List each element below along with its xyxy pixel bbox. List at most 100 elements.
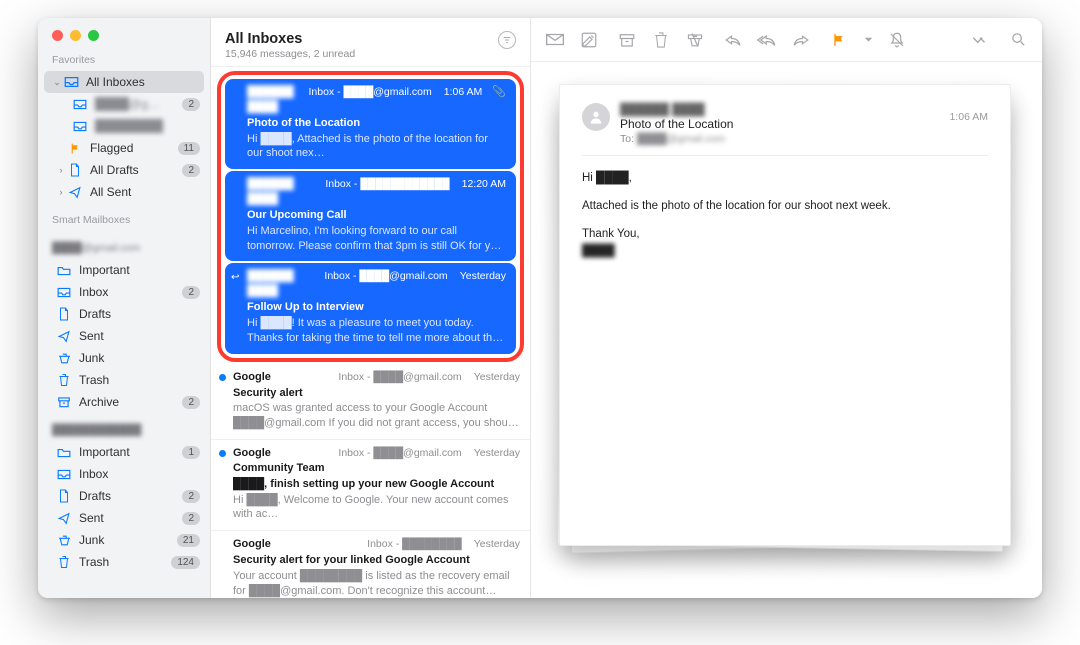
sidebar-item-flagged[interactable]: Flagged 11 xyxy=(38,137,210,159)
minimize-window-button[interactable] xyxy=(70,30,81,41)
sidebar-item-all-inboxes[interactable]: ⌄ All Inboxes xyxy=(44,71,204,93)
document-icon xyxy=(56,489,72,503)
inbox-icon xyxy=(56,285,72,299)
compose-button[interactable] xyxy=(579,31,599,49)
message-account: Inbox - ████@gmail.com xyxy=(338,370,461,384)
message-preview: macOS was granted access to your Google … xyxy=(233,401,520,431)
count-badge: 124 xyxy=(171,556,200,569)
message-subject: ████, finish setting up your new Google … xyxy=(233,477,520,492)
inbox-icon xyxy=(56,467,72,481)
sidebar-item-label: Archive xyxy=(79,395,182,409)
message-preview: Hi ████, Attached is the photo of the lo… xyxy=(247,132,506,162)
sidebar-item-sent-b[interactable]: Sent 2 xyxy=(38,507,210,529)
sidebar-item-archive[interactable]: Archive 2 xyxy=(38,391,210,413)
message-row[interactable]: GoogleInbox - ████████YesterdaySecurity … xyxy=(211,531,530,598)
flag-icon xyxy=(67,141,83,155)
message-subject: Security alert xyxy=(233,386,520,401)
message-time: Yesterday xyxy=(474,370,520,384)
toolbar xyxy=(531,18,1042,62)
sidebar-section-smart: Smart Mailboxes xyxy=(38,211,210,229)
count-badge: 2 xyxy=(182,286,200,299)
sidebar-item-label: All Sent xyxy=(90,185,200,199)
flag-menu-button[interactable] xyxy=(863,31,873,49)
message-account: Inbox - ████████████ xyxy=(325,177,449,191)
reply-all-button[interactable] xyxy=(757,31,777,49)
message-preview: Hi Marcelino, I'm looking forward to our… xyxy=(247,224,506,254)
count-badge: 21 xyxy=(177,534,200,547)
message-content[interactable]: ██████ ████ Photo of the Location 1:06 A… xyxy=(559,84,1011,546)
sidebar-item-label: Trash xyxy=(79,555,171,569)
sidebar-item-junk[interactable]: Junk xyxy=(38,347,210,369)
attachment-icon: 📎 xyxy=(492,85,506,100)
sidebar-item-label: Drafts xyxy=(79,307,200,321)
message-time: 1:06 AM xyxy=(444,85,483,99)
document-icon xyxy=(67,163,83,177)
archive-icon xyxy=(56,395,72,409)
count-badge: 2 xyxy=(182,396,200,409)
message-time: Yesterday xyxy=(474,537,520,551)
delete-button[interactable] xyxy=(651,31,671,49)
to-value: ████@gmail.com xyxy=(637,133,725,145)
sidebar-item-label: Junk xyxy=(79,533,177,547)
junk-button[interactable] xyxy=(685,31,705,49)
flag-button[interactable] xyxy=(829,31,849,49)
message-list-header: All Inboxes 15,946 messages, 2 unread xyxy=(211,18,530,67)
sidebar-item-sent[interactable]: Sent xyxy=(38,325,210,347)
junk-icon xyxy=(56,351,72,365)
paperplane-icon xyxy=(67,185,83,199)
reading-pane: ██████ ████ Photo of the Location 1:06 A… xyxy=(531,18,1042,598)
message-sender: Google xyxy=(233,370,271,385)
search-button[interactable] xyxy=(1008,31,1028,49)
get-mail-button[interactable] xyxy=(545,31,565,49)
message-time: 1:06 AM xyxy=(949,111,988,123)
message-row[interactable]: Google Community TeamInbox - ████@gmail.… xyxy=(211,440,530,531)
sidebar-item-label: Inbox xyxy=(79,285,182,299)
sidebar-item-account-1[interactable]: ████@g… 2 xyxy=(38,93,210,115)
overflow-button[interactable] xyxy=(970,31,990,49)
archive-button[interactable] xyxy=(617,31,637,49)
message-to-row: To: ████@gmail.com xyxy=(620,133,988,145)
message-sender: ██████ ████ xyxy=(247,269,318,299)
window-controls xyxy=(38,18,210,51)
message-list[interactable]: ██████ ████ Inbox - ████@gmail.com 1:06 AM… xyxy=(211,67,530,598)
sidebar-item-label: All Inboxes xyxy=(86,75,194,89)
mail-window: Favorites ⌄ All Inboxes ████@g… 2 xyxy=(38,18,1042,598)
sidebar-item-label: Flagged xyxy=(90,141,178,155)
trash-icon xyxy=(56,373,72,387)
sidebar-item-drafts[interactable]: Drafts xyxy=(38,303,210,325)
mute-button[interactable] xyxy=(887,31,907,49)
sidebar: Favorites ⌄ All Inboxes ████@g… 2 xyxy=(38,18,211,598)
sidebar-account-b-header[interactable]: ████████████ xyxy=(38,421,210,439)
zoom-window-button[interactable] xyxy=(88,30,99,41)
sender-avatar xyxy=(582,103,610,131)
close-window-button[interactable] xyxy=(52,30,63,41)
sidebar-item-all-sent[interactable]: › All Sent xyxy=(38,181,210,203)
sidebar-item-inbox[interactable]: Inbox 2 xyxy=(38,281,210,303)
message-row[interactable]: ██████ ████Inbox - ████@gmail.com1:06 AM… xyxy=(225,79,516,169)
sidebar-item-all-drafts[interactable]: › All Drafts 2 xyxy=(38,159,210,181)
filter-button[interactable] xyxy=(498,31,516,49)
reply-button[interactable] xyxy=(723,31,743,49)
message-preview: Hi ████, Welcome to Google. Your new acc… xyxy=(233,493,520,523)
message-row[interactable]: Google Inbox - ████@gmail.com Yesterday Sec… xyxy=(211,364,530,440)
divider xyxy=(582,155,988,156)
message-row[interactable]: ██████ ████Inbox - ████████████12:20 AMO… xyxy=(225,171,516,261)
sidebar-item-trash[interactable]: Trash xyxy=(38,369,210,391)
sidebar-item-drafts-b[interactable]: Drafts 2 xyxy=(38,485,210,507)
sidebar-item-important-b[interactable]: Important 1 xyxy=(38,441,210,463)
sidebar-item-trash-b[interactable]: Trash 124 xyxy=(38,551,210,573)
sidebar-account-a-header[interactable]: ████@gmail.com xyxy=(38,239,210,257)
sidebar-item-label: Inbox xyxy=(79,467,200,481)
sidebar-item-account-2[interactable]: ████████ xyxy=(38,115,210,137)
to-label: To: xyxy=(620,133,634,145)
sidebar-item-inbox-b[interactable]: Inbox xyxy=(38,463,210,485)
sidebar-item-important[interactable]: Important xyxy=(38,259,210,281)
count-badge: 2 xyxy=(182,490,200,503)
forward-button[interactable] xyxy=(791,31,811,49)
message-row[interactable]: ↩██████ ████Inbox - ████@gmail.comYester… xyxy=(225,263,516,353)
message-preview: Your account ████████ is listed as the r… xyxy=(233,569,520,598)
sidebar-item-junk-b[interactable]: Junk 21 xyxy=(38,529,210,551)
sidebar-item-label: Drafts xyxy=(79,489,182,503)
message-account: Inbox - ████@gmail.com xyxy=(338,446,461,460)
count-badge: 2 xyxy=(182,164,200,177)
